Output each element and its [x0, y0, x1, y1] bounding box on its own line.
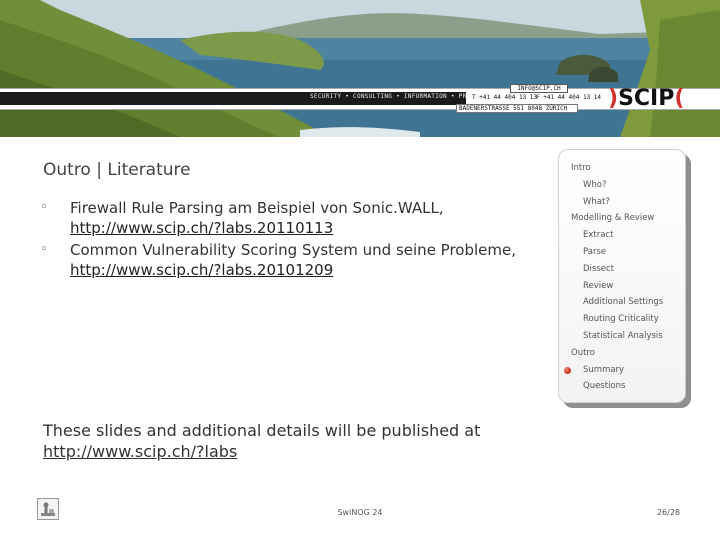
nav-item-label: Routing Criticality	[583, 314, 659, 325]
publication-note: These slides and additional details will…	[43, 420, 563, 462]
banner-phone: T +41 44 404 13 13	[472, 94, 538, 101]
nav-item-additional-settings[interactable]: Additional Settings	[559, 294, 687, 311]
nav-item-parse[interactable]: Parse	[559, 244, 687, 261]
nav-item-routing-criticality[interactable]: Routing Criticality	[559, 311, 687, 328]
nav-item-label: Summary	[583, 364, 625, 375]
event-label: SwiNOG 24	[337, 508, 383, 517]
nav-item-label: Dissect	[583, 263, 614, 274]
nav-item-intro[interactable]: Intro	[559, 160, 687, 177]
nav-item-label: Intro	[571, 163, 591, 173]
publication-note-text: These slides and additional details will…	[43, 421, 481, 440]
bullet-marker: ◦	[40, 242, 48, 257]
nav-item-label: Extract	[583, 230, 614, 241]
bullet-marker: ◦	[40, 200, 48, 215]
nav-item-statistical-analysis[interactable]: Statistical Analysis	[559, 328, 687, 345]
literature-item-text: Common Vulnerability Scoring System und …	[70, 241, 517, 259]
nav-item-outro[interactable]: Outro	[559, 345, 687, 362]
nav-item-label: Statistical Analysis	[583, 330, 663, 341]
publication-link[interactable]: http://www.scip.ch/?labs	[43, 442, 237, 461]
nav-item-modelling-review[interactable]: Modelling & Review	[559, 210, 687, 227]
banner-address: BADENERSTRASSE 551 8048 ZÜRICH	[456, 104, 578, 113]
nav-item-questions[interactable]: Questions	[559, 378, 687, 395]
nav-item-label: Parse	[583, 246, 607, 257]
nav-item-label: Modelling & Review	[571, 213, 655, 224]
nav-item-review[interactable]: Review	[559, 278, 687, 295]
literature-item: ◦ Firewall Rule Parsing am Beispiel von …	[40, 198, 540, 238]
nav-item-label: Outro	[571, 347, 595, 358]
current-section-dot-icon	[564, 366, 571, 374]
page-number: 26/28	[656, 508, 680, 517]
banner-fax: F +41 44 404 13 14	[536, 94, 602, 101]
nav-item-label: What?	[583, 196, 610, 207]
slide-title: Outro | Literature	[43, 160, 191, 180]
nav-item-extract[interactable]: Extract	[559, 227, 687, 244]
nav-item-label: Additional Settings	[583, 297, 664, 308]
header-banner-photo: SECURITY • CONSULTING • INFORMATION • PR…	[0, 0, 720, 137]
logo-paren-right: (	[674, 86, 685, 111]
scip-logo: )SCIP(	[608, 86, 688, 112]
banner-email: INFO@SCIP.CH	[510, 84, 568, 93]
nav-item-label: Review	[583, 280, 614, 291]
literature-link[interactable]: http://www.scip.ch/?labs.20101209	[70, 261, 333, 279]
agenda-nav-list: Intro Who? What? Modelling & Review Extract P…	[559, 160, 687, 395]
literature-item: ◦ Common Vulnerability Scoring System un…	[40, 240, 540, 280]
agenda-nav-panel: Intro Who? What? Modelling & Review Extract P…	[558, 149, 686, 403]
banner-services: SECURITY • CONSULTING • INFORMATION • PR…	[310, 93, 487, 100]
literature-item-text: Firewall Rule Parsing am Beispiel von So…	[70, 199, 444, 217]
literature-list: ◦ Firewall Rule Parsing am Beispiel von …	[40, 198, 540, 282]
logo-paren-left: )	[608, 86, 619, 111]
nav-item-label: Questions	[583, 381, 626, 392]
nav-item-what[interactable]: What?	[559, 194, 687, 211]
nav-item-summary[interactable]: Summary	[559, 362, 687, 379]
nav-item-dissect[interactable]: Dissect	[559, 261, 687, 278]
landscape-illustration	[0, 0, 720, 137]
nav-item-who[interactable]: Who?	[559, 177, 687, 194]
logo-text: SCIP	[618, 86, 675, 111]
literature-link[interactable]: http://www.scip.ch/?labs.20110113	[70, 219, 333, 237]
nav-item-label: Who?	[583, 179, 607, 190]
